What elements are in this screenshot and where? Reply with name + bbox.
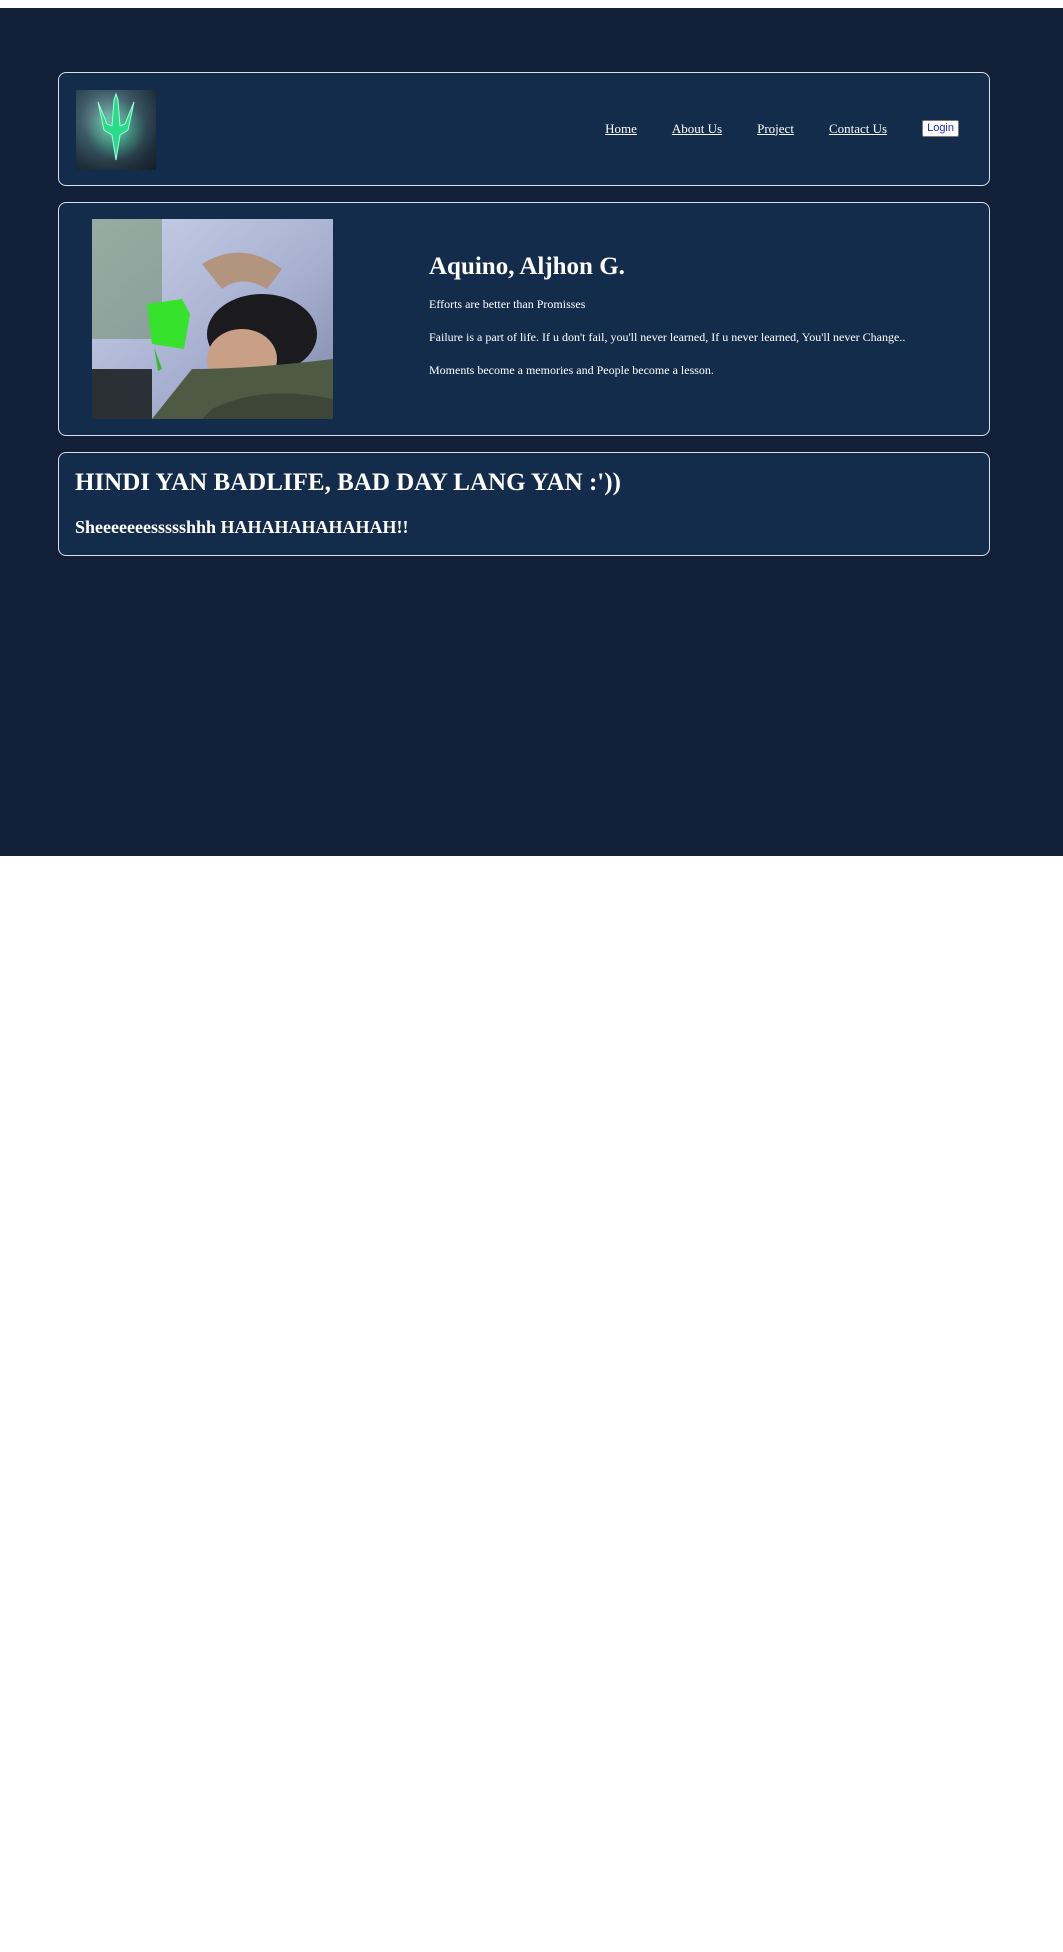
profile-card: Aquino, Aljhon G. Efforts are better tha… [58, 202, 990, 436]
trident-logo-icon[interactable] [76, 90, 156, 170]
nav-home-link[interactable]: Home [605, 121, 637, 137]
profile-quote-failure: Failure is a part of life. If u don't fa… [429, 330, 906, 344]
profile-name: Aquino, Aljhon G. [429, 253, 625, 280]
top-strip [0, 0, 1063, 8]
header-card: Home About Us Project Contact Us Login [58, 72, 990, 186]
quote-card: HINDI YAN BADLIFE, BAD DAY LANG YAN :'))… [58, 452, 990, 556]
nav-about-link[interactable]: About Us [672, 121, 722, 137]
profile-text: Aquino, Aljhon G. Efforts are better tha… [429, 253, 905, 396]
quote-subtitle: Sheeeeeeessssshhh HAHAHAHAHAHAH!! [75, 517, 409, 537]
profile-photo-illustration [92, 219, 333, 419]
profile-photo [92, 219, 333, 419]
profile-quote-moments: Moments become a memories and People bec… [429, 363, 714, 377]
main-nav: Home About Us Project Contact Us Login [605, 120, 959, 137]
login-button[interactable]: Login [922, 120, 959, 137]
nav-project-link[interactable]: Project [757, 121, 794, 137]
trident-logo-svg [86, 92, 146, 161]
quote-title: HINDI YAN BADLIFE, BAD DAY LANG YAN :')) [75, 469, 621, 496]
page-background: Home About Us Project Contact Us Login A… [0, 8, 1063, 856]
nav-contact-link[interactable]: Contact Us [829, 121, 887, 137]
profile-motto: Efforts are better than Promisses [429, 297, 586, 311]
